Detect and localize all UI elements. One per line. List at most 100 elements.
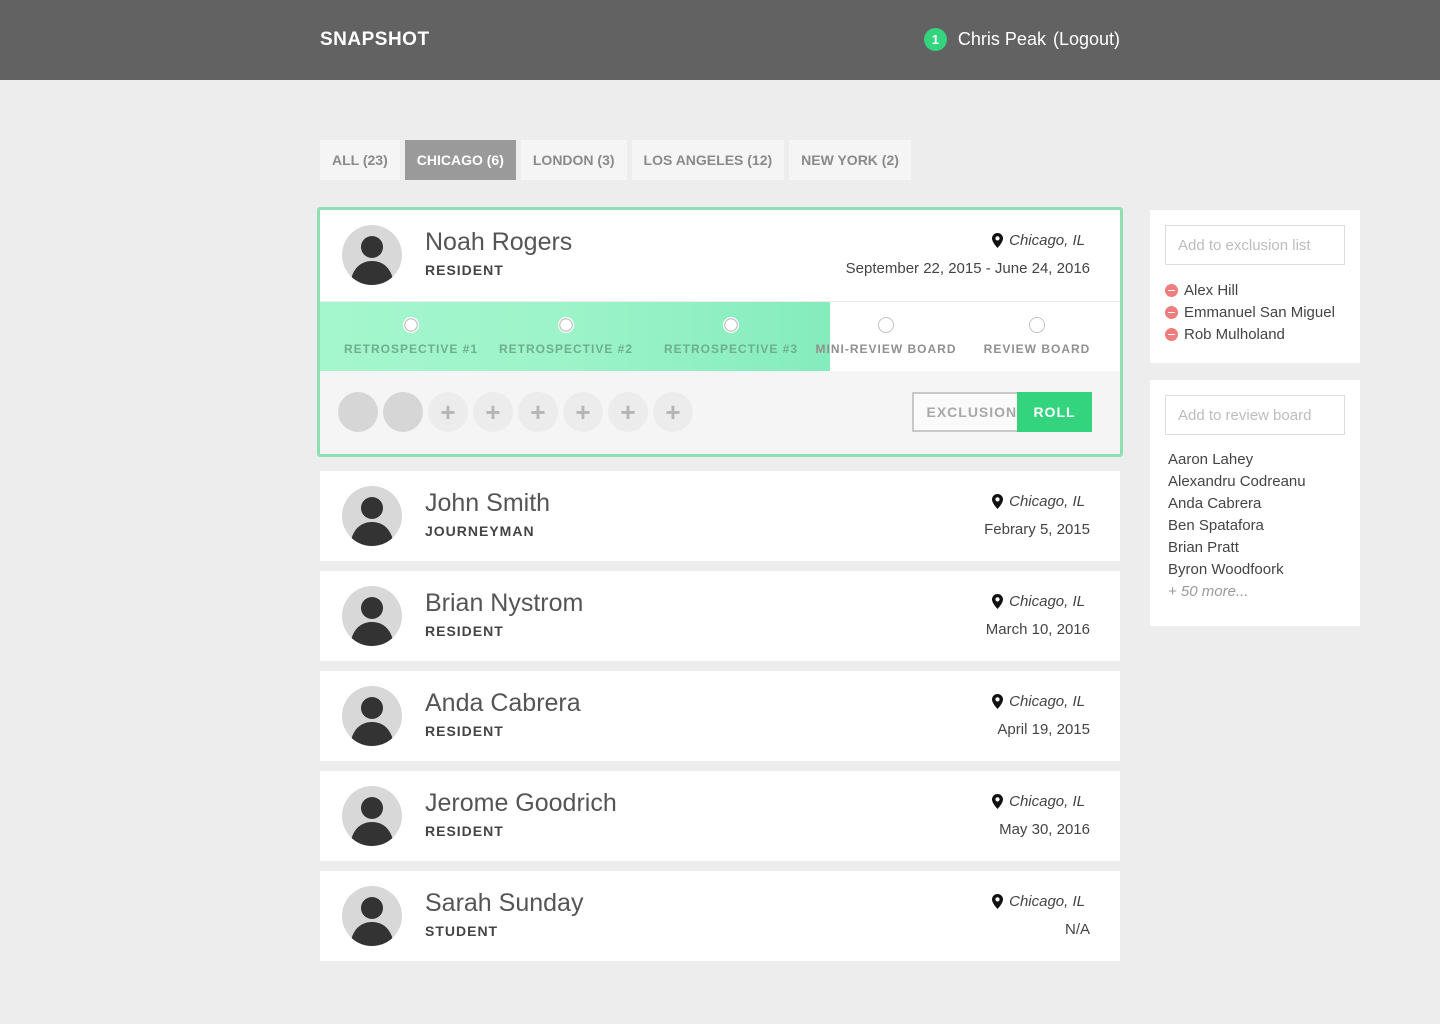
step-label: RETROSPECTIVE #3	[663, 342, 799, 356]
show-more-link[interactable]: + 50 more...	[1168, 581, 1345, 603]
add-reviewer-button[interactable]: +	[473, 392, 513, 432]
person-role: JOURNEYMAN	[425, 523, 535, 539]
exclusion-name: Rob Mulholand	[1184, 325, 1285, 343]
exclusion-panel: Alex Hill Emmanuel San Miguel Rob Mulhol…	[1150, 210, 1360, 363]
person-icon	[350, 897, 394, 946]
location-pin-icon	[992, 894, 1004, 909]
person-location: Chicago, IL	[992, 593, 1085, 610]
location-pin-icon	[992, 494, 1004, 509]
step-dot	[403, 317, 419, 333]
person-card-expanded[interactable]: Noah Rogers RESIDENT Chicago, IL Septemb…	[317, 207, 1123, 457]
person-icon	[350, 597, 394, 646]
step-label: RETROSPECTIVE #2	[498, 342, 634, 356]
person-icon	[350, 497, 394, 546]
exclusion-name: Emmanuel San Miguel	[1184, 303, 1335, 321]
person-role: RESIDENT	[425, 262, 504, 278]
city-tabs: ALL (23) CHICAGO (6) LONDON (3) LOS ANGE…	[320, 140, 916, 180]
person-name[interactable]: Brian Nystrom	[425, 589, 583, 618]
list-item: Byron Woodfoork	[1168, 561, 1284, 578]
add-reviewer-button[interactable]: +	[563, 392, 603, 432]
step-retrospective-1[interactable]: RETROSPECTIVE #1	[331, 302, 491, 372]
list-item: Alex Hill	[1165, 279, 1345, 301]
person-card[interactable]: John Smith JOURNEYMAN Chicago, IL Febrar…	[320, 471, 1120, 561]
step-review-board[interactable]: REVIEW BOARD	[957, 302, 1117, 372]
tab-new-york[interactable]: NEW YORK (2)	[789, 140, 911, 180]
list-item: Anda Cabrera	[1168, 495, 1262, 512]
avatar	[342, 225, 402, 285]
tab-london[interactable]: LONDON (3)	[520, 140, 627, 180]
remove-icon[interactable]	[1165, 283, 1178, 297]
step-dot	[723, 317, 739, 333]
add-reviewer-button[interactable]: +	[518, 392, 558, 432]
person-name[interactable]: Jerome Goodrich	[425, 789, 617, 818]
remove-icon[interactable]	[1165, 327, 1178, 341]
person-card[interactable]: Anda Cabrera RESIDENT Chicago, IL April …	[320, 671, 1120, 761]
step-retrospective-2[interactable]: RETROSPECTIVE #2	[486, 302, 646, 372]
avatar	[342, 686, 402, 746]
notification-badge[interactable]: 1	[923, 28, 947, 51]
person-role: RESIDENT	[425, 823, 504, 839]
avatar	[342, 486, 402, 546]
location-text: Chicago, IL	[1009, 793, 1085, 810]
review-board-panel: Aaron Lahey Alexandru Codreanu Anda Cabr…	[1150, 380, 1360, 626]
location-pin-icon	[992, 694, 1004, 709]
list-item: Aaron Lahey	[1168, 451, 1254, 468]
location-text: Chicago, IL	[1009, 232, 1085, 249]
reviewer-avatar[interactable]	[383, 392, 423, 432]
logout-link[interactable]: (Logout)	[1053, 29, 1120, 50]
card-actions: + + + + + + EXCLUSIONS ROLL	[320, 371, 1120, 454]
person-role: RESIDENT	[425, 723, 504, 739]
list-item: Brian Pratt	[1168, 539, 1239, 556]
person-date: May 30, 2016	[999, 821, 1090, 838]
add-reviewer-button[interactable]: +	[428, 392, 468, 432]
brand-logo[interactable]: SNAPSHOT	[320, 29, 430, 51]
person-card[interactable]: Sarah Sunday STUDENT Chicago, IL N/A	[320, 871, 1120, 961]
step-dot	[558, 317, 574, 333]
step-label: RETROSPECTIVE #1	[343, 342, 479, 356]
review-board-input[interactable]	[1165, 395, 1345, 435]
location-text: Chicago, IL	[1009, 593, 1085, 610]
person-name[interactable]: Sarah Sunday	[425, 889, 583, 918]
remove-icon[interactable]	[1165, 305, 1178, 319]
exclusion-name: Alex Hill	[1184, 281, 1239, 299]
roll-button[interactable]: ROLL	[1017, 392, 1092, 432]
list-item: Alexandru Codreanu	[1168, 473, 1306, 490]
tab-chicago[interactable]: CHICAGO (6)	[404, 140, 516, 180]
step-label: REVIEW BOARD	[983, 342, 1091, 356]
step-label: MINI-REVIEW BOARD	[815, 342, 957, 356]
person-name[interactable]: Noah Rogers	[425, 228, 572, 257]
add-reviewer-button[interactable]: +	[653, 392, 693, 432]
person-icon	[350, 797, 394, 846]
person-location: Chicago, IL	[992, 793, 1085, 810]
avatar	[342, 786, 402, 846]
person-name[interactable]: John Smith	[425, 489, 550, 518]
list-item: Rob Mulholand	[1165, 323, 1345, 345]
person-icon	[350, 697, 394, 746]
top-bar: SNAPSHOT 1 Chris Peak (Logout)	[0, 0, 1440, 80]
exclusion-input[interactable]	[1165, 225, 1345, 265]
step-dot	[878, 317, 894, 333]
location-text: Chicago, IL	[1009, 893, 1085, 910]
person-name[interactable]: Anda Cabrera	[425, 689, 581, 718]
location-pin-icon	[992, 594, 1004, 609]
exclusion-list: Alex Hill Emmanuel San Miguel Rob Mulhol…	[1165, 279, 1345, 345]
list-item: Emmanuel San Miguel	[1165, 301, 1345, 323]
location-text: Chicago, IL	[1009, 493, 1085, 510]
tab-all[interactable]: ALL (23)	[320, 140, 400, 180]
step-retrospective-3[interactable]: RETROSPECTIVE #3	[651, 302, 811, 372]
location-pin-icon	[992, 233, 1004, 248]
person-date: Febrary 5, 2015	[984, 521, 1090, 538]
user-name[interactable]: Chris Peak	[958, 29, 1046, 50]
tab-los-angeles[interactable]: LOS ANGELES (12)	[631, 140, 785, 180]
reviewer-avatar[interactable]	[338, 392, 378, 432]
person-card[interactable]: Jerome Goodrich RESIDENT Chicago, IL May…	[320, 771, 1120, 861]
step-mini-review-board[interactable]: MINI-REVIEW BOARD	[806, 302, 966, 372]
person-card[interactable]: Brian Nystrom RESIDENT Chicago, IL March…	[320, 571, 1120, 661]
list-item: Ben Spatafora	[1168, 517, 1264, 534]
progress-steps: RETROSPECTIVE #1 RETROSPECTIVE #2 RETROS…	[320, 301, 1120, 372]
add-reviewer-button[interactable]: +	[608, 392, 648, 432]
location-text: Chicago, IL	[1009, 693, 1085, 710]
person-location: Chicago, IL	[992, 693, 1085, 710]
location-pin-icon	[992, 794, 1004, 809]
person-date: September 22, 2015 - June 24, 2016	[845, 260, 1090, 277]
